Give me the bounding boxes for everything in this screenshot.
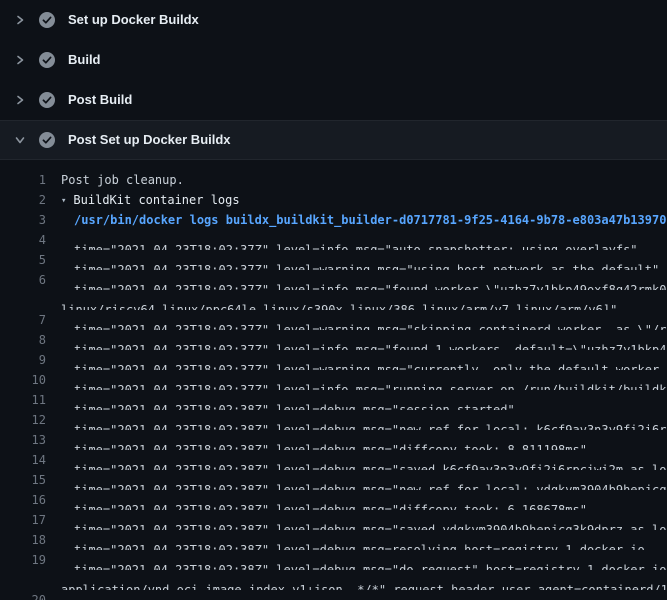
log-line-number[interactable]: 16 [0, 490, 46, 510]
log-line: 8 time="2021-04-23T18:02:37Z" level=info … [0, 330, 667, 350]
log-line: 10 time="2021-04-23T18:02:37Z" level=info… [0, 370, 667, 390]
log-line: 6 time="2021-04-23T18:02:37Z" level=info … [0, 270, 667, 290]
log-line: 2 ▾ BuildKit container logs [0, 190, 667, 210]
log-line: 7 time="2021-04-23T18:02:37Z" level=warni… [0, 310, 667, 330]
log-line: 20 time="2021-04-23T18:02:38Z" level=debu… [0, 590, 667, 600]
log-line: 4 time="2021-04-23T18:02:37Z" level=info … [0, 230, 667, 250]
log-text: time="2021-04-23T18:02:38Z" level=debug … [61, 390, 667, 410]
log-group-title: BuildKit container logs [73, 193, 239, 207]
log-line: 13 time="2021-04-23T18:02:38Z" level=debu… [0, 430, 667, 450]
log-line-number[interactable]: 3 [0, 210, 46, 230]
chevron-down-icon[interactable] [14, 134, 26, 146]
log-line-number[interactable]: 2 [0, 190, 46, 210]
log-line: 3/usr/bin/docker logs buildx_buildkit_bu… [0, 210, 667, 230]
step-title: Post Set up Docker Buildx [68, 132, 231, 148]
log-line-number[interactable]: 19 [0, 550, 46, 570]
log-text: time="2021-04-23T18:02:38Z" level=debug … [61, 450, 667, 470]
actions-log-viewer: Set up Docker Buildx Build Post Build Post … [0, 0, 667, 600]
log-line: 18 time="2021-04-23T18:02:38Z" level=debu… [0, 530, 667, 550]
log-line-number[interactable]: 15 [0, 470, 46, 490]
log-line: 15 time="2021-04-23T18:02:38Z" level=debu… [0, 470, 667, 490]
log-text: time="2021-04-23T18:02:37Z" level=warnin… [61, 250, 667, 270]
step-header-build[interactable]: Build [0, 40, 667, 80]
log-text: time="2021-04-23T18:02:37Z" level=info m… [61, 230, 667, 250]
log-line-number[interactable]: 17 [0, 510, 46, 530]
log-line: 5 time="2021-04-23T18:02:37Z" level=warni… [0, 250, 667, 270]
step-header-post-build[interactable]: Post Build [0, 80, 667, 120]
log-text: time="2021-04-23T18:02:38Z" level=debug … [61, 550, 667, 570]
log-text: time="2021-04-23T18:02:37Z" level=info m… [61, 370, 667, 390]
log-line-number[interactable]: 1 [0, 170, 46, 190]
log-text: time="2021-04-23T18:02:37Z" level=info m… [61, 330, 667, 350]
log-line: 1 Post job cleanup. [0, 170, 667, 190]
log-line-number [0, 290, 46, 310]
log-line-number[interactable]: 4 [0, 230, 46, 250]
log-line: 9 time="2021-04-23T18:02:37Z" level=warni… [0, 350, 667, 370]
chevron-right-icon[interactable] [14, 94, 26, 106]
log-text: time="2021-04-23T18:02:38Z" level=debug … [61, 510, 667, 530]
log-line: 12 time="2021-04-23T18:02:38Z" level=debu… [0, 410, 667, 430]
log-line-number[interactable]: 8 [0, 330, 46, 350]
log-line: 17 time="2021-04-23T18:02:38Z" level=debu… [0, 510, 667, 530]
log-output: 1 Post job cleanup. 2 ▾ BuildKit container l… [0, 160, 667, 600]
log-line-continuation: linux/riscv64 linux/ppc64le linux/s390x … [0, 290, 667, 310]
check-circle-icon [39, 92, 55, 108]
log-text: time="2021-04-23T18:02:38Z" level=debug … [61, 490, 667, 510]
log-text: time="2021-04-23T18:02:38Z" level=debug … [61, 530, 667, 550]
log-line-number[interactable]: 18 [0, 530, 46, 550]
log-line-number[interactable]: 13 [0, 430, 46, 450]
check-circle-icon [39, 12, 55, 28]
check-circle-icon [39, 132, 55, 148]
step-title: Post Build [68, 92, 132, 108]
log-line-number[interactable]: 20 [0, 590, 46, 600]
step-title: Set up Docker Buildx [68, 12, 199, 28]
chevron-right-icon[interactable] [14, 54, 26, 66]
log-line-number[interactable]: 9 [0, 350, 46, 370]
log-line-continuation: application/vnd.oci.image.index.v1+json,… [0, 570, 667, 590]
log-text: time="2021-04-23T18:02:38Z" level=debug … [61, 410, 667, 430]
log-text: time="2021-04-23T18:02:38Z" level=debug … [61, 590, 667, 600]
step-title: Build [68, 52, 101, 68]
log-text: time="2021-04-23T18:02:37Z" level=info m… [61, 270, 667, 290]
check-circle-icon [39, 52, 55, 68]
log-text: Post job cleanup. [61, 170, 667, 190]
log-line: 19 time="2021-04-23T18:02:38Z" level=debu… [0, 550, 667, 570]
log-text: time="2021-04-23T18:02:37Z" level=warnin… [61, 310, 667, 330]
log-text: time="2021-04-23T18:02:38Z" level=debug … [61, 430, 667, 450]
log-line-number[interactable]: 14 [0, 450, 46, 470]
log-line: 14 time="2021-04-23T18:02:38Z" level=debu… [0, 450, 667, 470]
step-header-set-up-docker-buildx[interactable]: Set up Docker Buildx [0, 0, 667, 40]
log-text: time="2021-04-23T18:02:37Z" level=warnin… [61, 350, 667, 370]
log-line-number[interactable]: 12 [0, 410, 46, 430]
log-group-toggle-icon[interactable]: ▾ [61, 191, 66, 210]
step-list: Set up Docker Buildx Build Post Build Post … [0, 0, 667, 160]
log-line-number[interactable]: 7 [0, 310, 46, 330]
step-header-post-set-up-docker-buildx[interactable]: Post Set up Docker Buildx [0, 120, 667, 160]
log-text: time="2021-04-23T18:02:38Z" level=debug … [61, 470, 667, 490]
log-line-number[interactable]: 6 [0, 270, 46, 290]
log-text: ▾ BuildKit container logs [61, 190, 667, 210]
log-command-text: /usr/bin/docker logs buildx_buildkit_bui… [61, 210, 667, 230]
log-line: 16 time="2021-04-23T18:02:38Z" level=debu… [0, 490, 667, 510]
log-text: application/vnd.oci.image.index.v1+json,… [61, 570, 667, 590]
log-line-number [0, 570, 46, 590]
log-line: 11 time="2021-04-23T18:02:38Z" level=debu… [0, 390, 667, 410]
log-line-number[interactable]: 5 [0, 250, 46, 270]
chevron-right-icon[interactable] [14, 14, 26, 26]
log-line-number[interactable]: 10 [0, 370, 46, 390]
log-line-number[interactable]: 11 [0, 390, 46, 410]
log-text: linux/riscv64 linux/ppc64le linux/s390x … [61, 290, 667, 310]
